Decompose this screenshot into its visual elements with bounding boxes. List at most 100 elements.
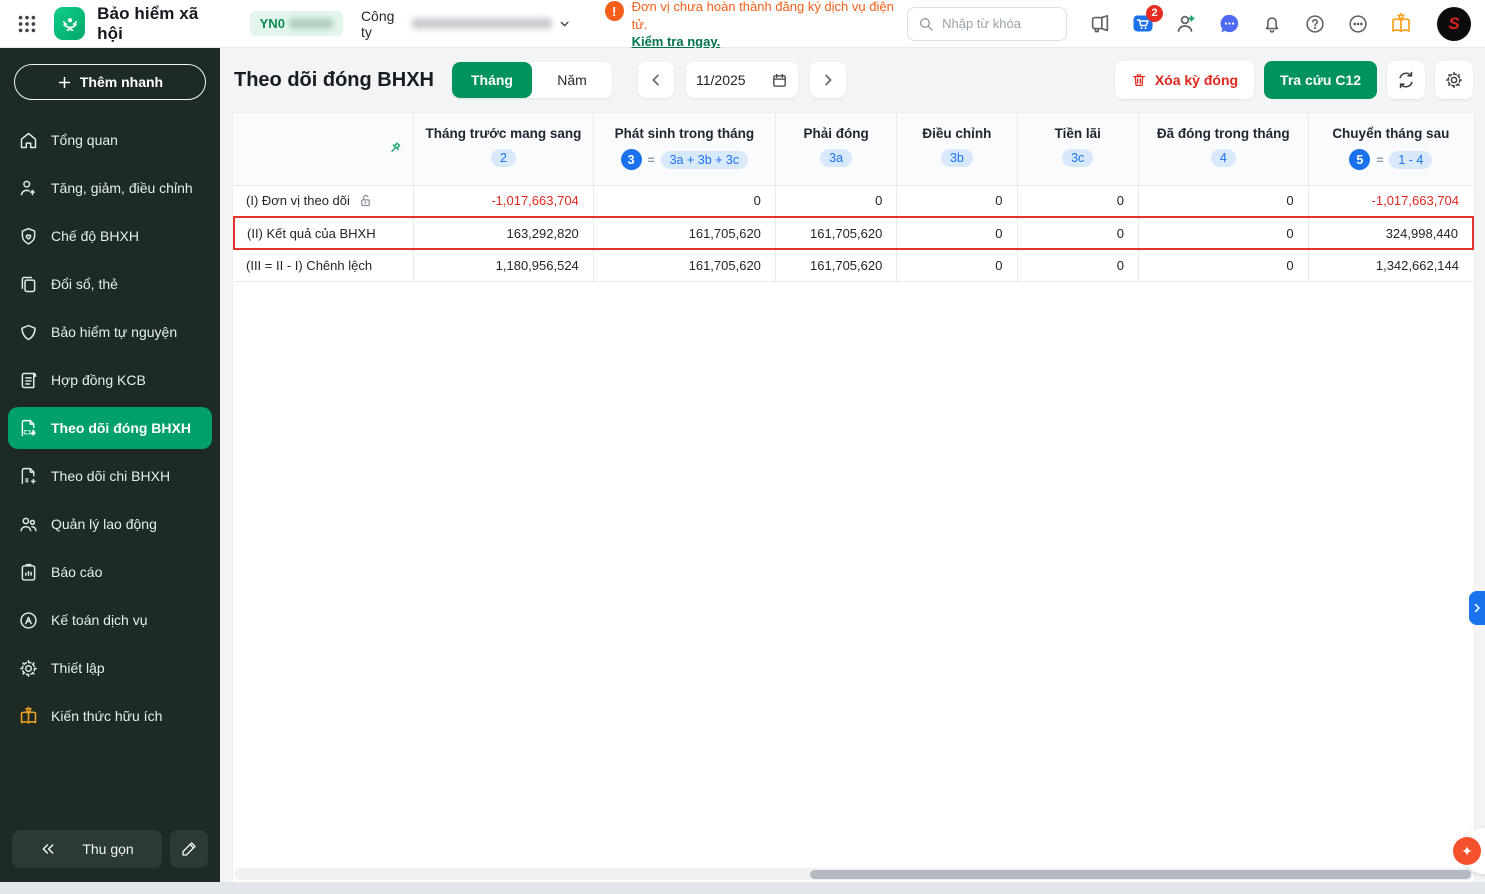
sidebar-item-theo-doi-chi-bhxh[interactable]: 8 Theo dõi chi BHXH	[8, 452, 212, 500]
table-empty-area	[233, 282, 1474, 869]
sidebar-item-label: Tăng, giảm, điều chỉnh	[51, 180, 193, 196]
cart-icon[interactable]: 2	[1130, 4, 1163, 37]
report-icon	[21, 563, 36, 581]
sidebar-item-label: Hợp đồng KCB	[51, 372, 146, 388]
edit-menu-button[interactable]	[170, 830, 208, 868]
main-content: Theo dõi đóng BHXH Tháng Năm 11/2025 Xóa…	[220, 48, 1485, 882]
knowledge-icon[interactable]	[1388, 11, 1414, 37]
period-year-button[interactable]: Năm	[531, 62, 612, 98]
sidebar-item-label: Đổi sổ, thẻ	[51, 276, 118, 292]
app-window: Bảo hiểm xã hội YN0 Công ty ! Đơn vị chư…	[0, 0, 1485, 894]
sidebar-item-label: Kế toán dịch vụ	[51, 612, 148, 628]
megaphone-icon[interactable]	[1087, 11, 1113, 37]
period-date-value: 11/2025	[695, 72, 746, 88]
doc-c8-icon: 8	[21, 467, 36, 484]
sidebar-item-doi-so-the[interactable]: Đổi sổ, thẻ	[8, 260, 212, 308]
sidebar-item-bao-cao[interactable]: Báo cáo	[8, 548, 212, 596]
sidebar-item-label: Theo dõi chi BHXH	[51, 468, 171, 484]
shield-heart-icon	[21, 227, 36, 245]
sidebar-item-theo-doi-dong-bhxh[interactable]: C12 Theo dõi đóng BHXH	[8, 407, 212, 449]
sidebar-item-bao-hiem-tu-nguyen[interactable]: Bảo hiểm tự nguyện	[8, 308, 212, 356]
search-input[interactable]	[942, 16, 1053, 31]
sidebar: Thêm nhanh Tổng quan Tăng, giảm, điều ch…	[0, 48, 220, 882]
cell-value: 1,342,662,144	[1308, 249, 1473, 282]
warning-check-link[interactable]: Kiểm tra ngay.	[632, 34, 898, 49]
company-label: Công ty	[360, 7, 395, 40]
svg-text:8: 8	[25, 477, 29, 484]
scrollbar-thumb[interactable]	[810, 869, 1471, 879]
cell-value: 1,180,956,524	[413, 249, 594, 282]
help-icon[interactable]	[1302, 11, 1328, 37]
unlock-icon[interactable]	[358, 193, 373, 208]
next-period-button[interactable]	[809, 62, 846, 98]
table-row-ket-qua-bhxh-highlighted[interactable]: (II) Kết quả của BHXH 163,292,820 161,70…	[233, 216, 1474, 250]
warning-text: Đơn vị chưa hoàn thành đăng ký dịch vụ đ…	[631, 0, 894, 32]
global-search[interactable]	[907, 6, 1067, 41]
header-tien-lai: Tiền lãi 3c	[1017, 113, 1139, 186]
cart-badge: 2	[1146, 4, 1163, 22]
apps-grid-icon[interactable]	[16, 13, 38, 35]
cell-value: 0	[1138, 249, 1309, 282]
lookup-c12-button[interactable]: Tra cứu C12	[1264, 61, 1377, 99]
copy-icon	[21, 276, 36, 292]
col-badge: 4	[1210, 149, 1236, 167]
col-badge-solid: 3	[620, 149, 642, 170]
sidebar-item-label: Theo dõi đóng BHXH	[51, 420, 191, 436]
cell-value: 0	[593, 185, 776, 218]
chevron-down-icon	[560, 21, 569, 27]
header-da-dong-trong-thang: Đã đóng trong tháng 4	[1138, 113, 1309, 186]
quick-add-button[interactable]: Thêm nhanh	[14, 64, 206, 100]
refresh-button[interactable]	[1387, 61, 1425, 99]
trash-icon	[1132, 74, 1145, 86]
shield-icon	[21, 324, 36, 340]
horizontal-scrollbar[interactable]	[234, 868, 1473, 880]
chevron-left-icon	[652, 74, 659, 86]
top-header: Bảo hiểm xã hội YN0 Công ty ! Đơn vị chư…	[0, 0, 1485, 49]
pin-icon[interactable]	[386, 139, 404, 157]
plus-icon	[58, 76, 71, 88]
sidebar-item-thiet-lap[interactable]: Thiết lập	[8, 644, 212, 692]
period-date-picker[interactable]: 11/2025	[685, 62, 798, 98]
user-add-icon[interactable]	[1173, 11, 1199, 37]
company-code-badge: YN0	[249, 11, 343, 36]
app-title: Bảo hiểm xã hội	[97, 3, 199, 43]
period-month-button[interactable]: Tháng	[451, 62, 532, 98]
col-badge: 3b	[940, 149, 973, 167]
cell-value: -1,017,663,704	[1308, 185, 1473, 218]
more-icon[interactable]	[1345, 11, 1371, 37]
sidebar-item-tang-giam[interactable]: Tăng, giảm, điều chỉnh	[8, 164, 212, 212]
table-settings-button[interactable]	[1435, 61, 1473, 99]
cell-value: 161,705,620	[593, 249, 776, 282]
collapse-sidebar-button[interactable]: Thu gọn	[12, 830, 162, 868]
sidebar-item-kien-thuc-huu-ich[interactable]: Kiến thức hữu ích	[8, 692, 212, 740]
cell-value: 0	[896, 185, 1018, 218]
sync-icon	[1399, 71, 1413, 89]
table-row-chenh-lech[interactable]: (III = II - I) Chênh lệch 1,180,956,524 …	[234, 249, 1473, 282]
user-arrow-icon	[20, 180, 35, 195]
sidebar-item-ke-toan-dich-vu[interactable]: Kế toán dịch vụ	[8, 596, 212, 644]
sidebar-item-tong-quan[interactable]: Tổng quan	[8, 116, 212, 164]
cell-value: 161,705,620	[775, 249, 898, 282]
avatar-glyph: S	[1448, 13, 1460, 33]
sidebar-item-che-do-bhxh[interactable]: Chế độ BHXH	[8, 212, 212, 260]
pencil-icon	[182, 842, 196, 856]
sidebar-item-hop-dong-kcb[interactable]: Hợp đồng KCB	[8, 356, 212, 404]
sidebar-item-quan-ly-lao-dong[interactable]: Quản lý lao động	[8, 500, 212, 548]
cell-value: 161,705,620	[593, 216, 776, 250]
expand-panel-tab[interactable]	[1469, 591, 1485, 625]
user-avatar[interactable]: S	[1437, 6, 1471, 41]
prev-period-button[interactable]	[637, 62, 674, 98]
cell-value: 161,705,620	[775, 216, 898, 250]
accounting-icon	[20, 611, 37, 629]
bottom-strip	[0, 882, 1485, 894]
table-row-don-vi-theo-doi[interactable]: (I) Đơn vị theo dõi -1,017,663,704 0 0 0…	[234, 185, 1473, 218]
chat-icon[interactable]	[1216, 11, 1242, 37]
assistant-fab[interactable]: ✦	[1453, 837, 1481, 865]
delete-period-button[interactable]: Xóa kỳ đóng	[1114, 61, 1255, 99]
tracking-table-card: Tháng trước mang sang 2 Phát sinh trong …	[232, 112, 1475, 882]
app-logo-icon[interactable]	[54, 7, 86, 40]
bell-icon[interactable]	[1259, 11, 1285, 37]
col-badge: 2	[490, 149, 516, 167]
company-selector[interactable]: Công ty	[361, 8, 571, 40]
col-badge: 3a	[820, 149, 853, 167]
